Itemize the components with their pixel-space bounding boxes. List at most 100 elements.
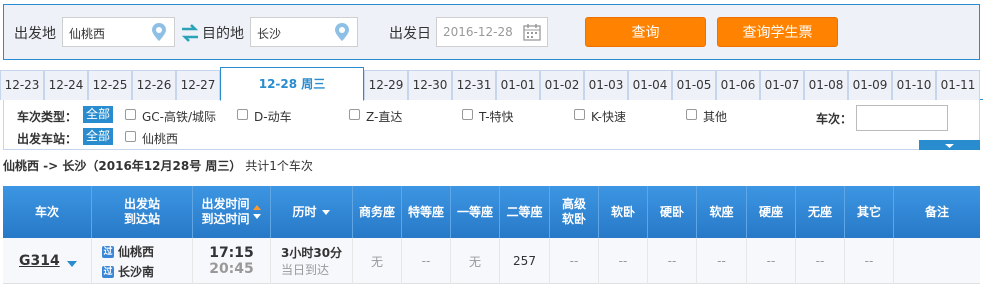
station-all-button[interactable]: 全部 [83, 128, 114, 145]
header-hard-sleeper-label: 硬卧 [659, 204, 684, 219]
arrive-day: 当日到达 [281, 263, 330, 277]
header-no-seat-label: 无座 [807, 204, 832, 219]
high-soft-sleeper-cell: -- [550, 238, 599, 284]
location-pin-icon [152, 23, 166, 41]
header-high-soft-1: 高级 [561, 197, 586, 211]
date-label: 出发日 [389, 26, 431, 42]
checkbox-t[interactable] [462, 109, 473, 120]
soft-sleeper-cell: -- [599, 238, 648, 284]
train-number-input[interactable] [856, 105, 948, 131]
header-hard-sleeper: 硬卧 [648, 186, 697, 238]
header-hard-seat-label: 硬座 [758, 204, 783, 219]
date-tab[interactable]: 01-04 [628, 70, 672, 100]
to-station-input[interactable]: 长沙 [250, 17, 358, 47]
checkbox-k[interactable] [574, 109, 585, 120]
date-tab[interactable]: 12-23 [0, 70, 44, 100]
date-tab[interactable]: 01-07 [760, 70, 804, 100]
station-option[interactable]: 仙桃西 [142, 130, 178, 147]
train-type-all-button[interactable]: 全部 [83, 106, 114, 123]
business-cell: 无 [353, 238, 402, 284]
from-station-row: 过仙桃西 [102, 243, 154, 260]
header-to-station: 到达站 [123, 212, 160, 226]
date-tab[interactable]: 01-03 [584, 70, 628, 100]
date-tab[interactable]: 12-26 [132, 70, 176, 100]
query-button[interactable]: 查询 [585, 17, 706, 47]
date-value: 2016-12-28 [443, 25, 513, 39]
header-other-label: 其它 [856, 204, 881, 219]
sort-icon[interactable] [252, 203, 262, 221]
header-high-soft-sleeper: 高级 软卧 [550, 186, 599, 238]
date-tab[interactable]: 01-06 [716, 70, 760, 100]
sort-down-icon[interactable] [321, 208, 331, 216]
date-tab[interactable]: 01-09 [848, 70, 892, 100]
premium-cell: -- [402, 238, 451, 284]
date-tab[interactable]: 12-27 [176, 70, 220, 100]
type-option-t[interactable]: T-特快 [479, 108, 514, 125]
date-tab[interactable]: 01-05 [672, 70, 716, 100]
checkbox-other[interactable] [686, 109, 697, 120]
filter-panel: 车次类型： 全部 GC-高铁/城际 D-动车 Z-直达 T-特快 K-快速 其他… [3, 100, 980, 150]
first-class-cell: 无 [451, 238, 500, 284]
summary-route: 仙桃西 -> 长沙（2016年12月28号 周三） [3, 159, 242, 173]
pass-through-icon: 过 [102, 246, 114, 258]
date-tab[interactable]: 12-25 [88, 70, 132, 100]
to-station-value: 长沙 [257, 27, 282, 41]
type-option-d[interactable]: D-动车 [254, 108, 292, 125]
checkbox-gc[interactable] [125, 109, 136, 120]
second-class-cell[interactable]: 257 [500, 238, 550, 284]
header-arrive-time: 到达时间 [201, 212, 250, 226]
date-tab[interactable]: 01-08 [804, 70, 848, 100]
from-station: 仙桃西 [118, 244, 155, 259]
header-second: 二等座 [500, 186, 550, 238]
from-station-input[interactable]: 仙桃西 [62, 17, 175, 47]
date-input[interactable]: 2016-12-28 [436, 17, 548, 47]
date-tab[interactable]: 12-30 [408, 70, 452, 100]
hard-seat-cell: -- [747, 238, 796, 284]
remark-cell [894, 238, 980, 284]
header-duration[interactable]: 历时 [271, 186, 353, 238]
checkbox-d[interactable] [237, 109, 248, 120]
chevron-down-icon [945, 144, 954, 148]
train-type-label: 车次类型： [17, 110, 78, 124]
header-business-label: 商务座 [358, 204, 395, 219]
date-tab[interactable]: 12-31 [452, 70, 496, 100]
header-remark-label: 备注 [924, 204, 949, 219]
duration-value: 3小时30分 [281, 246, 343, 260]
date-tab[interactable]: 01-02 [540, 70, 584, 100]
student-ticket-button[interactable]: 查询学生票 [717, 17, 838, 47]
date-tab[interactable]: 12-24 [44, 70, 88, 100]
date-tab-active[interactable]: 12-28 周三 [220, 67, 364, 101]
pass-through-icon: 过 [102, 266, 114, 278]
depart-time: 17:15 [209, 245, 254, 261]
date-tab[interactable]: 12-29 [364, 70, 408, 100]
collapse-filter-button[interactable] [919, 140, 980, 150]
type-option-k[interactable]: K-快速 [591, 108, 626, 125]
expand-stops-icon[interactable] [66, 259, 78, 269]
other-cell: -- [845, 238, 894, 284]
header-second-label: 二等座 [506, 204, 543, 219]
date-tab[interactable]: 01-01 [496, 70, 540, 100]
header-time[interactable]: 出发时间 到达时间 [193, 186, 271, 238]
header-stations: 出发站 到达站 [92, 186, 193, 238]
type-option-other[interactable]: 其他 [703, 108, 727, 125]
header-soft-sleeper-label: 软卧 [610, 204, 635, 219]
type-option-gc[interactable]: GC-高铁/城际 [142, 108, 216, 125]
header-train: 车次 [3, 186, 92, 238]
swap-stations-icon[interactable] [180, 24, 200, 42]
header-soft-seat-label: 软座 [709, 204, 734, 219]
table-row: G314 过仙桃西 过长沙南 17:15 20:45 3小时30分 当日到达 无… [3, 238, 980, 284]
header-remark: 备注 [894, 186, 980, 238]
checkbox-z[interactable] [349, 109, 360, 120]
to-label: 目的地 [202, 26, 244, 42]
header-premium: 特等座 [402, 186, 451, 238]
date-tab[interactable]: 01-10 [892, 70, 936, 100]
train-number-link[interactable]: G314 [19, 253, 60, 269]
type-option-z[interactable]: Z-直达 [366, 108, 402, 125]
calendar-icon[interactable] [522, 22, 542, 42]
date-tab[interactable]: 01-11 [936, 70, 980, 100]
result-summary: 仙桃西 -> 长沙（2016年12月28号 周三） 共计1个车次 [3, 157, 313, 174]
header-business: 商务座 [353, 186, 402, 238]
header-from-station: 出发站 [123, 197, 160, 211]
soft-seat-cell: -- [697, 238, 747, 284]
checkbox-station[interactable] [125, 131, 136, 142]
